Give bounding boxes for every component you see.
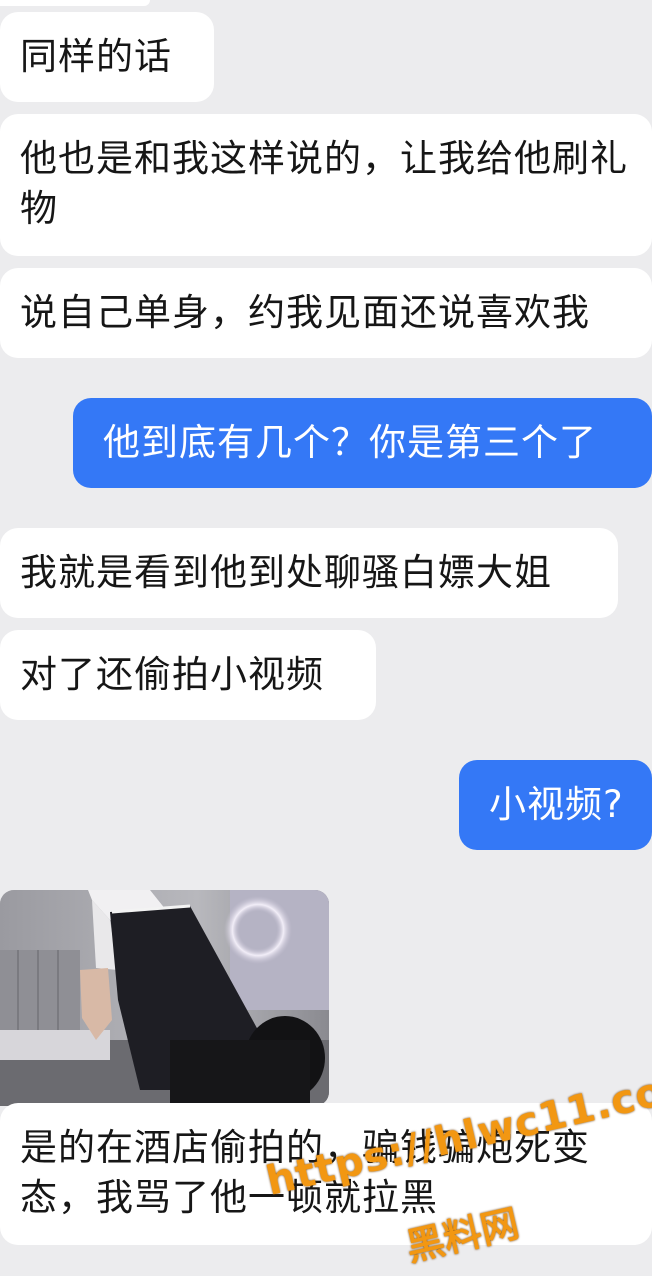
message-bubble-8[interactable]: 是的在酒店偷拍的，骗钱骗炮死变态，我骂了他一顿就拉黑 [0,1103,652,1245]
message-bubble-5[interactable]: 我就是看到他到处聊骚白嫖大姐 [0,528,618,618]
message-bubble-4[interactable]: 他到底有几个？你是第三个了 [73,398,652,488]
message-text: 小视频? [489,783,624,826]
message-text: 他到底有几个？你是第三个了 [103,421,597,464]
photo-thumbnail[interactable] [0,890,329,1106]
message-text: 同样的话 [20,35,172,78]
message-bubble-7[interactable]: 小视频? [459,760,652,850]
message-bubble-2[interactable]: 他也是和我这样说的，让我给他刷礼物 [0,114,652,256]
message-text: 我就是看到他到处聊骚白嫖大姐 [20,551,552,594]
message-bubble-1[interactable]: 同样的话 [0,12,214,102]
photo-image [0,890,329,1106]
message-bubble-3[interactable]: 说自己单身，约我见面还说喜欢我 [0,268,652,358]
message-text: 他也是和我这样说的，让我给他刷礼物 [20,137,628,230]
previous-bubble-edge [0,0,150,6]
message-bubble-6[interactable]: 对了还偷拍小视频 [0,630,376,720]
message-text: 对了还偷拍小视频 [20,653,324,696]
message-text: 说自己单身，约我见面还说喜欢我 [20,291,590,334]
message-text: 是的在酒店偷拍的，骗钱骗炮死变态，我骂了他一顿就拉黑 [20,1126,590,1219]
